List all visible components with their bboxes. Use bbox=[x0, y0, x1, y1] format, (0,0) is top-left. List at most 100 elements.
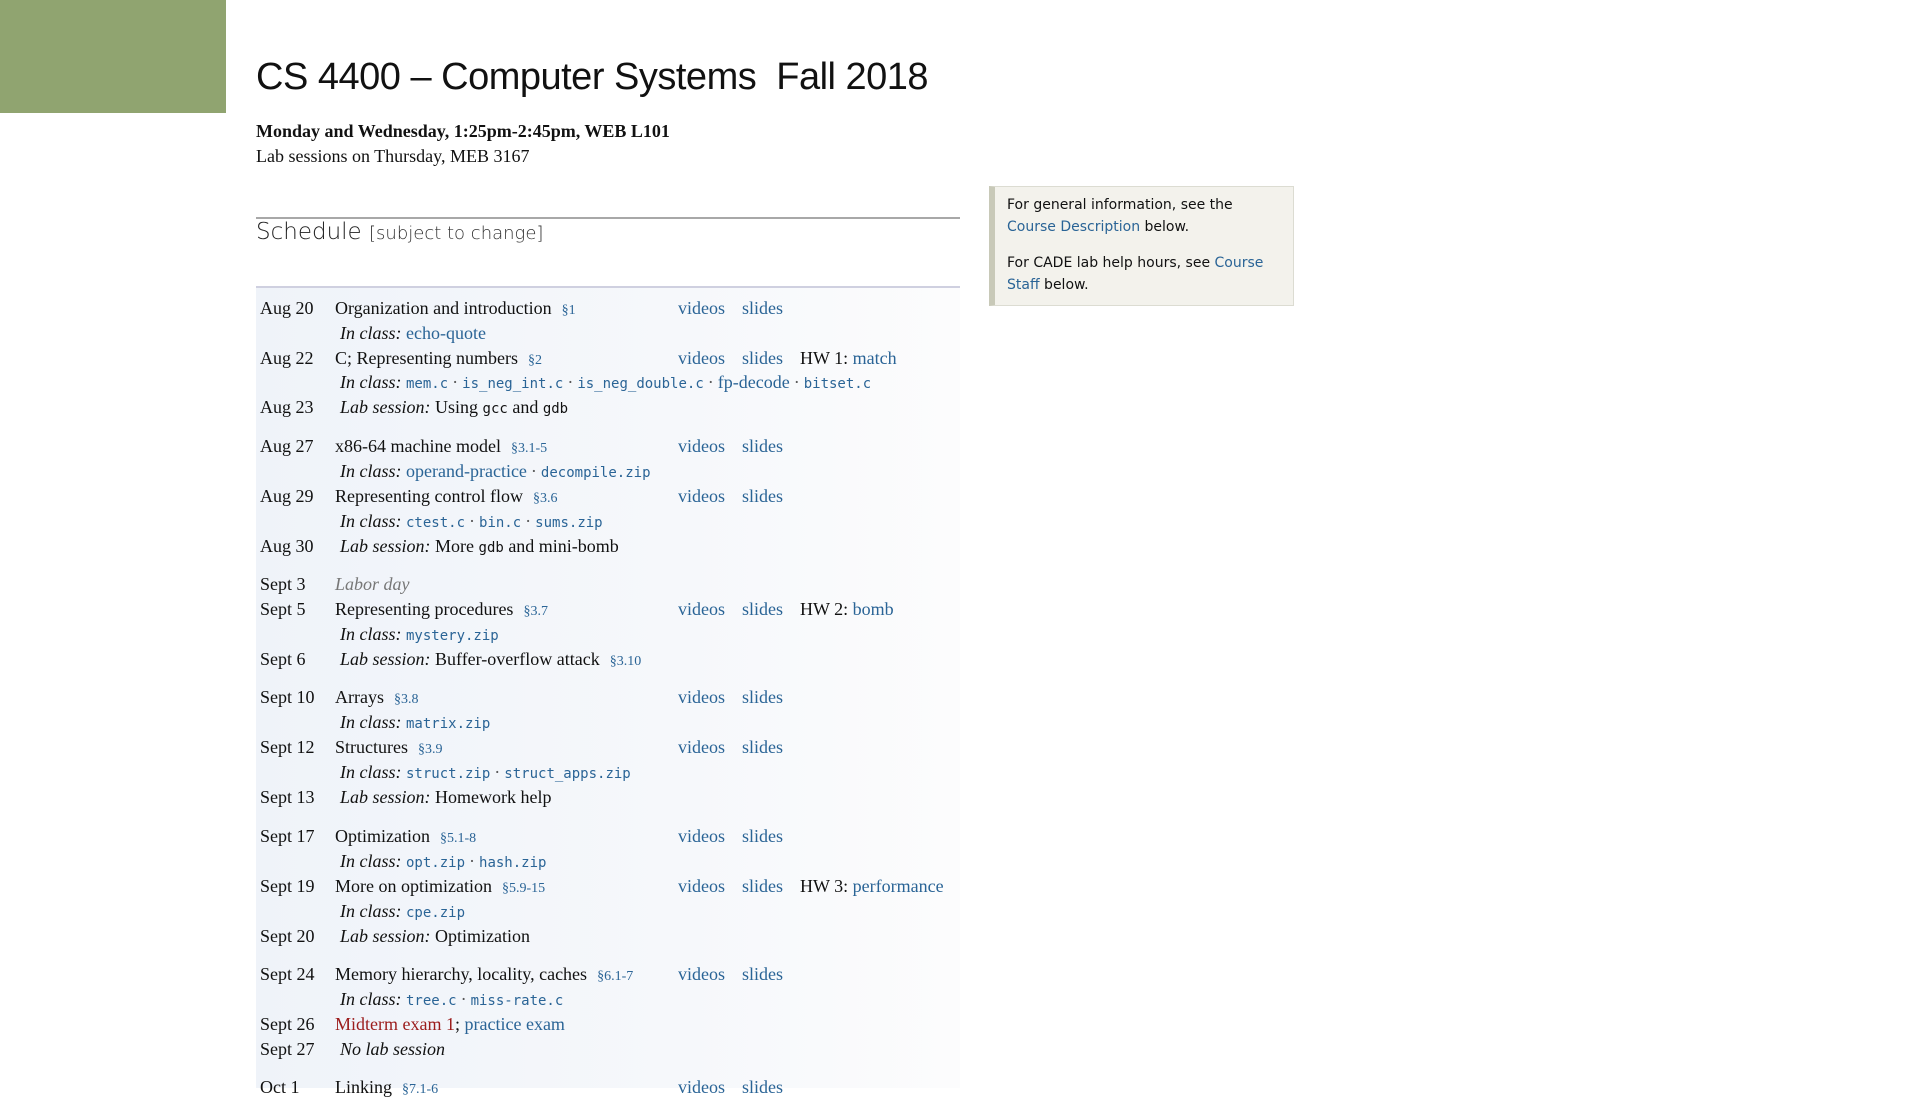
in-class-link[interactable]: is_neg_int.c bbox=[462, 376, 563, 392]
in-class-link[interactable]: tree.c bbox=[406, 993, 457, 1009]
separator: · bbox=[494, 762, 501, 782]
slides-link[interactable]: slides bbox=[742, 685, 783, 709]
in-class-link[interactable]: ctest.c bbox=[406, 515, 465, 531]
topic-title: Organization and introduction bbox=[335, 298, 552, 318]
row-date: Aug 20 bbox=[260, 298, 314, 318]
row-date: Aug 29 bbox=[260, 486, 314, 506]
in-class-link[interactable]: hash.zip bbox=[479, 855, 546, 871]
in-class-link[interactable]: matrix.zip bbox=[406, 716, 490, 732]
videos-link[interactable]: videos bbox=[678, 1075, 725, 1099]
textbook-section-link[interactable]: §5.1-8 bbox=[440, 831, 476, 846]
in-class-link[interactable]: echo-quote bbox=[406, 323, 486, 343]
slides-link[interactable]: slides bbox=[742, 824, 783, 848]
topic-title: Structures bbox=[335, 737, 408, 757]
row-date: Sept 27 bbox=[260, 1039, 315, 1059]
in-class-link[interactable]: cpe.zip bbox=[406, 905, 465, 921]
videos-link[interactable]: videos bbox=[678, 735, 725, 759]
slides-link[interactable]: slides bbox=[742, 962, 783, 986]
in-class-link[interactable]: fp-decode bbox=[718, 372, 790, 392]
in-class-link[interactable]: opt.zip bbox=[406, 855, 465, 871]
topic-title: Optimization bbox=[335, 826, 430, 846]
homework-link[interactable]: performance bbox=[853, 876, 944, 896]
code-text: gdb bbox=[478, 540, 504, 556]
textbook-section-link[interactable]: §5.9-15 bbox=[502, 881, 545, 896]
separator: · bbox=[567, 372, 574, 392]
holiday-note: Labor day bbox=[335, 574, 410, 594]
homework-link[interactable]: bomb bbox=[853, 599, 894, 619]
row-topic: Representing control flow §3.6 bbox=[335, 484, 557, 511]
in-class-link[interactable]: mem.c bbox=[406, 376, 448, 392]
homework-label: HW 1: bbox=[800, 348, 849, 368]
videos-link[interactable]: videos bbox=[678, 597, 725, 621]
in-class-link[interactable]: bitset.c bbox=[804, 376, 871, 392]
in-class-link[interactable]: bin.c bbox=[479, 515, 521, 531]
lab-session-line: Lab session: Optimization bbox=[340, 924, 530, 948]
info-callout: For general information, see the Course … bbox=[989, 186, 1294, 306]
videos-link[interactable]: videos bbox=[678, 962, 725, 986]
row-date: Sept 26 bbox=[260, 1014, 315, 1034]
textbook-section-link[interactable]: §3.1-5 bbox=[511, 441, 547, 456]
slides-link[interactable]: slides bbox=[742, 434, 783, 458]
slides-link[interactable]: slides bbox=[742, 597, 783, 621]
in-class-label: In class: bbox=[340, 624, 402, 644]
lab-session-line: Lab session: Homework help bbox=[340, 785, 552, 809]
in-class-label: In class: bbox=[340, 762, 402, 782]
exam-label: Midterm exam 1 bbox=[335, 1014, 455, 1034]
header-color-block bbox=[0, 0, 226, 113]
videos-link[interactable]: videos bbox=[678, 434, 725, 458]
homework: HW 3: performance bbox=[800, 874, 944, 898]
slides-link[interactable]: slides bbox=[742, 874, 783, 898]
in-class-link[interactable]: struct.zip bbox=[406, 766, 490, 782]
in-class-link[interactable]: decompile.zip bbox=[541, 465, 651, 481]
textbook-section-link[interactable]: §3.8 bbox=[394, 692, 419, 707]
in-class-link[interactable]: operand-practice bbox=[406, 461, 527, 481]
in-class-link[interactable]: miss-rate.c bbox=[471, 993, 564, 1009]
videos-link[interactable]: videos bbox=[678, 824, 725, 848]
textbook-section-link[interactable]: §1 bbox=[562, 303, 576, 318]
slides-link[interactable]: slides bbox=[742, 1075, 783, 1099]
topic-title: Representing control flow bbox=[335, 486, 523, 506]
in-class-line: In class: mem.c · is_neg_int.c · is_neg_doub… bbox=[340, 370, 871, 396]
slides-link[interactable]: slides bbox=[742, 484, 783, 508]
slides-link[interactable]: slides bbox=[742, 735, 783, 759]
separator: · bbox=[460, 989, 467, 1009]
videos-link[interactable]: videos bbox=[678, 685, 725, 709]
practice-exam-link[interactable]: practice exam bbox=[465, 1014, 565, 1034]
lab-session-label: Lab session: bbox=[340, 787, 431, 807]
topic-title: More on optimization bbox=[335, 876, 492, 896]
meeting-time: Monday and Wednesday, 1:25pm-2:45pm, WEB… bbox=[256, 121, 670, 141]
in-class-link[interactable]: is_neg_double.c bbox=[577, 376, 703, 392]
in-class-label: In class: bbox=[340, 372, 402, 392]
in-class-link[interactable]: sums.zip bbox=[535, 515, 602, 531]
videos-link[interactable]: videos bbox=[678, 296, 725, 320]
textbook-section-link[interactable]: §7.1-6 bbox=[402, 1082, 438, 1097]
row-date: Aug 22 bbox=[260, 348, 314, 368]
row-date: Sept 12 bbox=[260, 737, 315, 757]
slides-link[interactable]: slides bbox=[742, 346, 783, 370]
textbook-section-link[interactable]: §3.10 bbox=[610, 654, 642, 669]
lab-text: Buffer-overflow attack bbox=[435, 649, 600, 669]
course-description-link[interactable]: Course Description bbox=[1007, 219, 1140, 235]
lab-session-line: Lab session: Buffer-overflow attack §3.10 bbox=[340, 647, 641, 674]
homework-link[interactable]: match bbox=[853, 348, 897, 368]
schedule-title: Schedule bbox=[256, 219, 362, 245]
row-date: Sept 6 bbox=[260, 649, 306, 669]
videos-link[interactable]: videos bbox=[678, 874, 725, 898]
separator: ; bbox=[454, 1014, 460, 1034]
in-class-link[interactable]: mystery.zip bbox=[406, 628, 499, 644]
videos-link[interactable]: videos bbox=[678, 346, 725, 370]
textbook-section-link[interactable]: §3.6 bbox=[533, 491, 558, 506]
textbook-section-link[interactable]: §3.9 bbox=[418, 742, 443, 757]
videos-link[interactable]: videos bbox=[678, 484, 725, 508]
separator: · bbox=[530, 461, 537, 481]
in-class-link[interactable]: struct_apps.zip bbox=[504, 766, 630, 782]
row-date: Oct 1 bbox=[260, 1077, 300, 1097]
textbook-section-link[interactable]: §6.1-7 bbox=[597, 969, 633, 984]
in-class-line: In class: mystery.zip bbox=[340, 622, 499, 648]
topic-title: Representing procedures bbox=[335, 599, 514, 619]
slides-link[interactable]: slides bbox=[742, 296, 783, 320]
in-class-line: In class: operand-practice · decompile.zip bbox=[340, 459, 651, 485]
textbook-section-link[interactable]: §3.7 bbox=[523, 604, 548, 619]
textbook-section-link[interactable]: §2 bbox=[528, 353, 542, 368]
row-date: Sept 10 bbox=[260, 687, 315, 707]
